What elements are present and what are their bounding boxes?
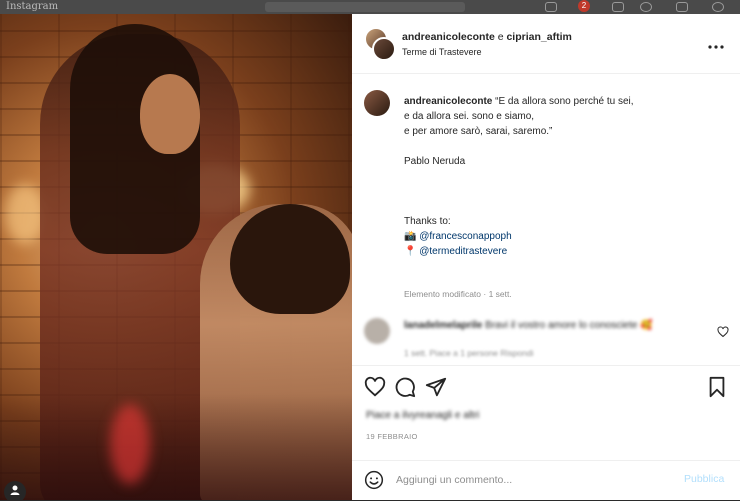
avatar[interactable] xyxy=(372,37,396,61)
save-button[interactable] xyxy=(706,376,728,398)
red-light-glow xyxy=(110,404,150,484)
mention-link[interactable]: @francesconappoph xyxy=(419,231,511,242)
comment-body: Bravi il vostro amore lo conosciete 🥰 xyxy=(485,320,653,331)
share-button[interactable] xyxy=(425,376,447,398)
comment-meta[interactable]: 1 sett. Piace a 1 persone Rispondi xyxy=(404,348,533,358)
photo-woman-face xyxy=(140,74,200,154)
compass-icon[interactable] xyxy=(640,2,652,12)
share-icon xyxy=(425,377,447,397)
author-link-secondary[interactable]: ciprian_aftim xyxy=(506,31,571,43)
caption-meta: Elemento modificato · 1 sett. xyxy=(404,289,512,299)
photo-man-hair xyxy=(230,204,350,314)
candle-glow xyxy=(5,184,45,244)
post-authors: andreanicoleconte e ciprian_aftim xyxy=(402,31,572,43)
comment-username[interactable]: lanadelmelaprile xyxy=(404,320,482,331)
caption-username[interactable]: andreanicoleconte xyxy=(404,96,492,107)
author-link-primary[interactable]: andreanicoleconte xyxy=(402,31,495,43)
emoji-picker-button[interactable] xyxy=(364,470,384,490)
caption-line: Pablo Neruda xyxy=(404,156,466,167)
caption-text: andreanicoleconte “E da allora sono perc… xyxy=(404,94,724,259)
caption-line: Thanks to: xyxy=(404,216,451,227)
caption-line: e per amore sarò, sarai, saremo.” xyxy=(404,126,553,137)
collab-avatars[interactable] xyxy=(364,27,396,61)
post-header: andreanicoleconte e ciprian_aftim Terme … xyxy=(352,14,740,74)
comment-like-button[interactable] xyxy=(717,325,729,343)
post-detail-panel: andreanicoleconte e ciprian_aftim Terme … xyxy=(352,14,740,500)
comment-composer: Pubblica xyxy=(352,460,740,501)
top-navigation: Instagram 2 xyxy=(0,0,740,14)
location-link[interactable]: Terme di Trastevere xyxy=(402,47,482,57)
more-icon xyxy=(708,45,724,49)
comment-input[interactable] xyxy=(396,471,666,489)
activity-heart-icon[interactable] xyxy=(676,2,688,12)
caption-section: andreanicoleconte “E da allora sono perc… xyxy=(352,74,740,304)
camera-emoji: 📸 xyxy=(404,231,417,242)
post-photo[interactable] xyxy=(0,14,352,500)
comment-icon xyxy=(395,377,416,398)
photo-tub xyxy=(0,394,352,500)
more-icon[interactable] xyxy=(708,36,724,52)
comment-button[interactable] xyxy=(394,376,416,398)
bookmark-icon xyxy=(709,376,725,398)
likes-summary[interactable]: Piace a ilvyreanagli e altri xyxy=(366,410,479,421)
comment-text: lanadelmelaprile Bravi il vostro amore l… xyxy=(404,320,653,331)
caption-line: “E da allora sono perché tu sei, xyxy=(495,96,634,107)
pin-emoji: 📍 xyxy=(404,246,417,257)
post-actions xyxy=(352,365,740,406)
credit-line: 📸 @francesconappoph xyxy=(404,229,724,244)
post-date[interactable]: 19 FEBBRAIO xyxy=(366,432,418,441)
heart-icon xyxy=(364,376,386,397)
notification-badge[interactable]: 2 xyxy=(578,0,590,12)
instagram-logo[interactable]: Instagram xyxy=(6,1,58,12)
heart-icon xyxy=(717,326,729,338)
tagged-users-icon[interactable] xyxy=(4,481,26,500)
explore-icon[interactable] xyxy=(612,2,624,12)
user-icon xyxy=(10,485,20,495)
caption-line: e da allora sei. sono e siamo, xyxy=(404,111,535,122)
author-conjunction: e xyxy=(497,31,504,43)
profile-icon[interactable] xyxy=(712,2,724,12)
avatar[interactable] xyxy=(364,90,390,116)
mention-link[interactable]: @termeditrastevere xyxy=(419,246,507,257)
avatar[interactable] xyxy=(364,318,390,344)
credit-line: 📍 @termeditrastevere xyxy=(404,244,724,259)
publish-button[interactable]: Pubblica xyxy=(684,473,724,485)
comment-item: lanadelmelaprile Bravi il vostro amore l… xyxy=(352,312,740,362)
like-button[interactable] xyxy=(364,376,386,398)
emoji-icon xyxy=(364,470,384,490)
search-bar[interactable] xyxy=(265,2,465,12)
home-icon[interactable] xyxy=(545,2,557,12)
